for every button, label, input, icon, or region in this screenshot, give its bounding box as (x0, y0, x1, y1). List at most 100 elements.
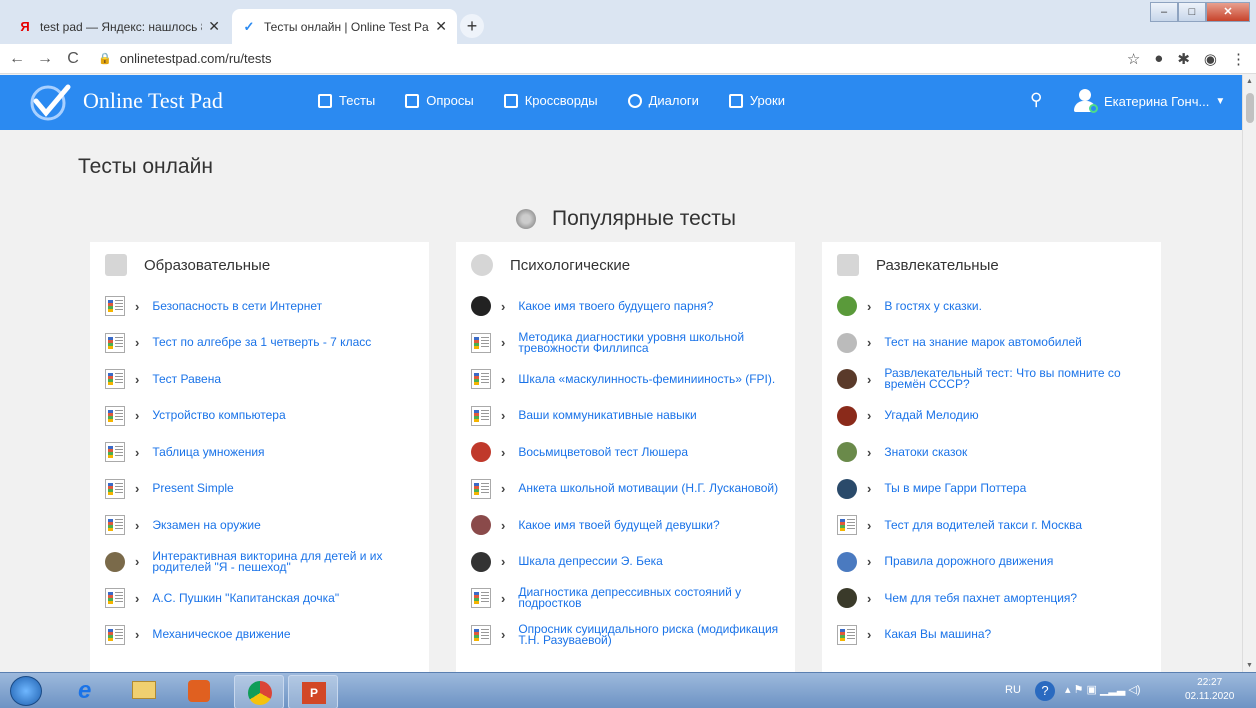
puzzle-icon[interactable]: ✱ (1177, 50, 1190, 68)
test-link[interactable]: Какое имя твоего будущего парня? (518, 300, 713, 312)
scrollbar-thumb[interactable] (1246, 93, 1254, 123)
list-item[interactable]: › Опросник суицидального риска (модификац… (471, 617, 791, 654)
media-player-taskbar-icon[interactable] (188, 680, 210, 702)
list-item[interactable]: › Угадай Мелодию (837, 398, 1157, 435)
list-item[interactable]: › Интерактивная викторина для детей и их … (105, 544, 425, 581)
list-item[interactable]: › Знатоки сказок (837, 434, 1157, 471)
powerpoint-taskbar-icon[interactable]: P (288, 675, 338, 708)
close-window-button[interactable]: ✕ (1206, 2, 1250, 22)
site-logo-text[interactable]: Online Test Pad (83, 88, 223, 114)
list-item[interactable]: › Безопасность в сети Интернет (105, 288, 425, 325)
list-item[interactable]: › Тест Равена (105, 361, 425, 398)
test-link[interactable]: Методика диагностики уровня школьной тре… (518, 331, 791, 354)
forward-arrow-icon[interactable]: → (34, 50, 56, 68)
list-item[interactable]: › Чем для тебя пахнет амортенция? (837, 580, 1157, 617)
test-link[interactable]: Ваши коммуникативные навыки (518, 409, 696, 421)
test-link[interactable]: Ты в мире Гарри Поттера (884, 482, 1026, 494)
list-item[interactable]: › Методика диагностики уровня школьной тр… (471, 325, 791, 362)
test-link[interactable]: Развлекательный тест: Что вы помните со … (884, 367, 1157, 390)
language-indicator[interactable]: RU (1005, 684, 1021, 696)
close-tab-icon[interactable]: ✕ (435, 18, 447, 35)
test-link[interactable]: Анкета школьной мотивации (Н.Г. Лусканов… (518, 482, 778, 494)
list-item[interactable]: › Шкала депрессии Э. Бека (471, 544, 791, 581)
lock-icon[interactable]: 🔒 (98, 52, 112, 65)
maximize-button[interactable]: □ (1178, 2, 1206, 22)
test-link[interactable]: Безопасность в сети Интернет (152, 300, 322, 312)
list-item[interactable]: › А.С. Пушкин "Капитанская дочка" (105, 580, 425, 617)
nav-dialogs[interactable]: Диалоги (627, 93, 699, 108)
list-item[interactable]: › Тест на знание марок автомобилей (837, 325, 1157, 362)
list-item[interactable]: › Present Simple (105, 471, 425, 508)
list-item[interactable]: › Ваши коммуникативные навыки (471, 398, 791, 435)
test-link[interactable]: Устройство компьютера (152, 409, 285, 421)
nav-lessons[interactable]: Уроки (728, 93, 785, 108)
nav-tests[interactable]: Тесты (318, 93, 375, 108)
test-link[interactable]: Шкала депрессии Э. Бека (518, 555, 663, 567)
test-link[interactable]: Тест по алгебре за 1 четверть - 7 класс (152, 336, 371, 348)
list-item[interactable]: › Диагностика депрессивных состояний у по… (471, 580, 791, 617)
test-link[interactable]: А.С. Пушкин "Капитанская дочка" (152, 592, 339, 604)
list-item[interactable]: › Правила дорожного движения (837, 544, 1157, 581)
list-item[interactable]: › Ты в мире Гарри Поттера (837, 471, 1157, 508)
ie-taskbar-icon[interactable]: e (78, 677, 91, 705)
test-link[interactable]: Механическое движение (152, 628, 290, 640)
profile-icon[interactable]: ◉ (1204, 50, 1217, 68)
test-link[interactable]: Восьмицветовой тест Люшера (518, 446, 688, 458)
test-link[interactable]: Present Simple (152, 482, 233, 494)
nav-crosswords[interactable]: Кроссворды (503, 93, 598, 108)
category-header[interactable]: Психологические (471, 254, 630, 276)
test-link[interactable]: Тест на знание марок автомобилей (884, 336, 1082, 348)
test-link[interactable]: Правила дорожного движения (884, 555, 1053, 567)
test-link[interactable]: Угадай Мелодию (884, 409, 978, 421)
extension-icon[interactable]: ● (1154, 50, 1163, 68)
chrome-taskbar-icon[interactable] (234, 675, 284, 708)
help-icon[interactable]: ? (1035, 681, 1055, 701)
nav-surveys[interactable]: Опросы (405, 93, 474, 108)
test-link[interactable]: Чем для тебя пахнет амортенция? (884, 592, 1077, 604)
list-item[interactable]: › Какое имя твоего будущего парня? (471, 288, 791, 325)
list-item[interactable]: › Шкала «маскулинность-феминииность» (FPI… (471, 361, 791, 398)
browser-tab-yandex[interactable]: Я test pad — Яндекс: нашлось 8 м ✕ (8, 9, 230, 44)
test-link[interactable]: Интерактивная викторина для детей и их р… (152, 550, 425, 573)
clock[interactable]: 22:27 02.11.2020 (1185, 676, 1234, 704)
bookmark-star-icon[interactable]: ☆ (1127, 50, 1140, 68)
test-link[interactable]: Диагностика депрессивных состояний у под… (518, 586, 791, 609)
back-arrow-icon[interactable]: ← (6, 50, 28, 68)
search-icon[interactable]: ⚲ (1030, 90, 1042, 110)
url-field[interactable]: onlinetestpad.com/ru/tests (120, 51, 272, 66)
test-link[interactable]: Тест Равена (152, 373, 221, 385)
user-menu[interactable]: Екатерина Гонч... ▼ (1072, 88, 1225, 114)
minimize-button[interactable]: – (1150, 2, 1178, 22)
page-scrollbar[interactable]: ▲ ▼ (1242, 75, 1256, 672)
test-link[interactable]: Тест для водителей такси г. Москва (884, 519, 1082, 531)
list-item[interactable]: › Таблица умножения (105, 434, 425, 471)
browser-tab-onlinetestpad[interactable]: ✓ Тесты онлайн | Online Test Pad ✕ (232, 9, 457, 44)
scroll-down-icon[interactable]: ▼ (1246, 662, 1253, 669)
explorer-taskbar-icon[interactable] (132, 681, 156, 699)
test-link[interactable]: Экзамен на оружие (152, 519, 260, 531)
list-item[interactable]: › В гостях у сказки. (837, 288, 1157, 325)
start-button[interactable] (10, 676, 42, 706)
list-item[interactable]: › Развлекательный тест: Что вы помните со… (837, 361, 1157, 398)
test-link[interactable]: Какое имя твоей будущей девушки? (518, 519, 719, 531)
test-link[interactable]: Какая Вы машина? (884, 628, 991, 640)
list-item[interactable]: › Механическое движение (105, 617, 425, 654)
logo-checkmark-icon[interactable] (28, 81, 72, 123)
list-item[interactable]: › Тест по алгебре за 1 четверть - 7 класс (105, 325, 425, 362)
test-link[interactable]: Знатоки сказок (884, 446, 967, 458)
reload-icon[interactable]: C (62, 50, 84, 68)
category-header[interactable]: Образовательные (105, 254, 270, 276)
test-link[interactable]: В гостях у сказки. (884, 300, 982, 312)
test-link[interactable]: Таблица умножения (152, 446, 264, 458)
test-link[interactable]: Опросник суицидального риска (модификаци… (518, 623, 791, 646)
close-tab-icon[interactable]: ✕ (208, 18, 220, 35)
list-item[interactable]: › Устройство компьютера (105, 398, 425, 435)
list-item[interactable]: › Какое имя твоей будущей девушки? (471, 507, 791, 544)
test-link[interactable]: Шкала «маскулинность-феминииность» (FPI)… (518, 373, 775, 385)
list-item[interactable]: › Какая Вы машина? (837, 617, 1157, 654)
list-item[interactable]: › Экзамен на оружие (105, 507, 425, 544)
scroll-up-icon[interactable]: ▲ (1246, 78, 1253, 85)
list-item[interactable]: › Анкета школьной мотивации (Н.Г. Лускано… (471, 471, 791, 508)
tray-icons[interactable]: ▴ ⚑ ▣ ▁▂▃ ◁) (1065, 683, 1141, 696)
new-tab-button[interactable]: + (460, 14, 484, 38)
